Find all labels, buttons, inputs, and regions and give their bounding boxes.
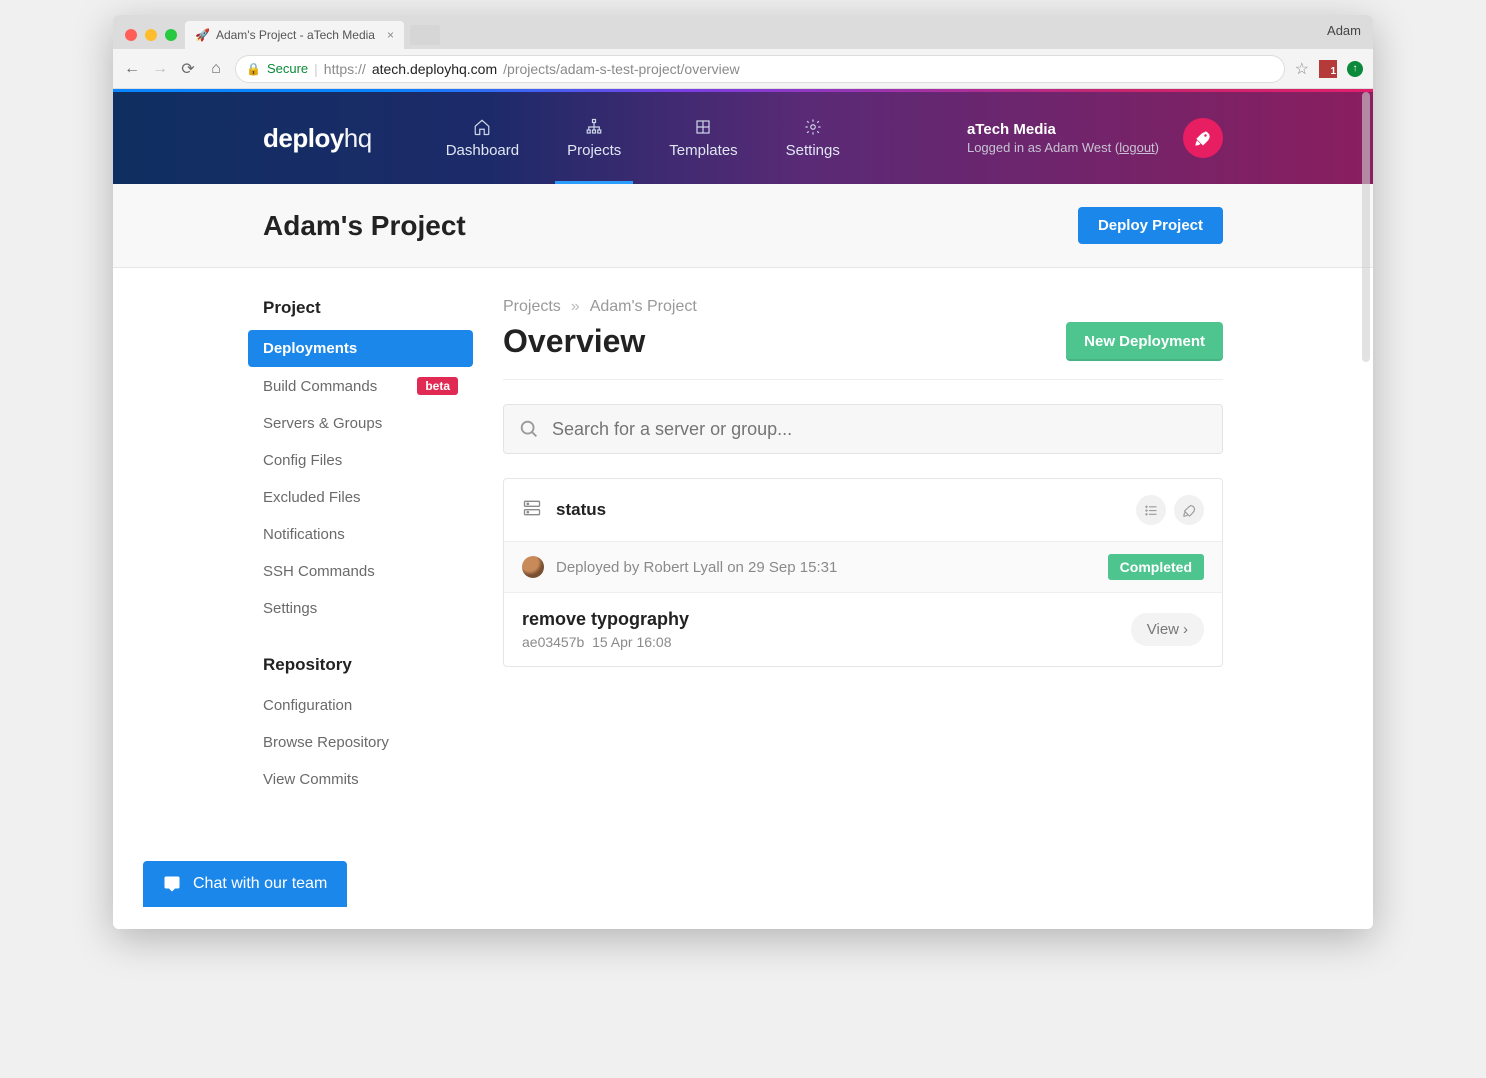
chat-widget[interactable]: Chat with our team	[143, 861, 347, 907]
maximize-window-icon[interactable]	[165, 29, 177, 41]
nav-settings[interactable]: Settings	[762, 92, 864, 184]
sidebar-item-notifications[interactable]: Notifications	[248, 516, 473, 553]
avatar	[522, 556, 544, 578]
browser-tab[interactable]: 🚀 Adam's Project - aTech Media ×	[185, 21, 404, 49]
minimize-window-icon[interactable]	[145, 29, 157, 41]
sidebar-item-view-commits[interactable]: View Commits	[248, 761, 473, 798]
scrollbar[interactable]	[1362, 92, 1370, 362]
chevron-right-icon: »	[571, 298, 580, 316]
reload-icon[interactable]: ⟳	[179, 59, 197, 79]
rocket-icon	[1193, 128, 1213, 148]
home-icon[interactable]: ⌂	[207, 60, 225, 78]
close-window-icon[interactable]	[125, 29, 137, 41]
rocket-icon	[1182, 503, 1197, 518]
sidebar-heading-project: Project	[248, 298, 473, 330]
search-input[interactable]	[552, 419, 1208, 440]
logout-link[interactable]: logout	[1119, 140, 1154, 155]
tab-title: Adam's Project - aTech Media	[216, 28, 375, 42]
window-controls[interactable]	[121, 29, 185, 49]
grid-icon	[694, 118, 712, 136]
address-bar[interactable]: 🔒 Secure | https://atech.deployhq.com/pr…	[235, 55, 1285, 83]
chevron-right-icon: ›	[1183, 621, 1188, 638]
extension-icon-2[interactable]: ↑	[1347, 61, 1363, 77]
sidebar-item-config-files[interactable]: Config Files	[248, 442, 473, 479]
browser-window: 🚀 Adam's Project - aTech Media × Adam ← …	[113, 15, 1373, 929]
page-viewport: deployhq Dashboard Projects Templates S	[113, 89, 1373, 929]
sidebar-item-servers[interactable]: Servers & Groups	[248, 405, 473, 442]
commit-title: remove typography	[522, 609, 689, 630]
list-icon-button[interactable]	[1136, 495, 1166, 525]
org-block: aTech Media Logged in as Adam West (logo…	[967, 121, 1159, 155]
list-icon	[1144, 503, 1159, 518]
sidebar-item-configuration[interactable]: Configuration	[248, 687, 473, 724]
crumb-projects[interactable]: Projects	[503, 298, 561, 316]
crumb-current: Adam's Project	[590, 298, 697, 316]
deploy-line: Deployed by Robert Lyall on 29 Sep 15:31	[556, 559, 837, 576]
chat-icon	[163, 875, 181, 893]
url-scheme: https://	[324, 61, 366, 77]
tab-favicon-icon: 🚀	[195, 28, 210, 42]
sidebar-item-build-commands[interactable]: Build Commands beta	[248, 367, 473, 405]
browser-tab-strip: 🚀 Adam's Project - aTech Media × Adam	[113, 15, 1373, 49]
close-tab-icon[interactable]: ×	[387, 28, 394, 42]
back-icon[interactable]: ←	[123, 60, 141, 78]
deploy-icon-button[interactable]	[1174, 495, 1204, 525]
new-tab-button[interactable]	[410, 25, 440, 45]
sidebar: Project Deployments Build Commands beta …	[248, 298, 473, 798]
sidebar-heading-repository: Repository	[248, 655, 473, 687]
url-host: atech.deployhq.com	[372, 61, 497, 77]
server-card: status Deployed by Robert Lyall o	[503, 478, 1223, 667]
sidebar-item-browse-repo[interactable]: Browse Repository	[248, 724, 473, 761]
new-deployment-button[interactable]: New Deployment	[1066, 322, 1223, 361]
search-icon	[518, 418, 540, 440]
server-name: status	[556, 500, 606, 520]
home-icon	[473, 118, 491, 136]
org-name: aTech Media	[967, 121, 1159, 138]
url-path: /projects/adam-s-test-project/overview	[503, 61, 740, 77]
sidebar-item-ssh-commands[interactable]: SSH Commands	[248, 553, 473, 590]
beta-badge: beta	[417, 377, 458, 395]
deploy-project-button[interactable]: Deploy Project	[1078, 207, 1223, 244]
server-icon	[522, 498, 542, 523]
breadcrumb: Projects » Adam's Project	[503, 298, 1223, 316]
project-title: Adam's Project	[263, 210, 466, 242]
commit-meta: ae03457b 15 Apr 16:08	[522, 634, 689, 650]
sitemap-icon	[585, 118, 603, 136]
page-heading: Overview	[503, 323, 645, 360]
sidebar-item-settings[interactable]: Settings	[248, 590, 473, 627]
extension-icon[interactable]: 1	[1319, 60, 1337, 78]
browser-profile[interactable]: Adam	[1327, 23, 1361, 38]
browser-toolbar: ← → ⟳ ⌂ 🔒 Secure | https://atech.deployh…	[113, 49, 1373, 89]
status-badge: Completed	[1108, 554, 1204, 580]
forward-icon: →	[151, 60, 169, 78]
sidebar-item-excluded-files[interactable]: Excluded Files	[248, 479, 473, 516]
top-nav: Dashboard Projects Templates Settings	[422, 92, 864, 184]
nav-templates[interactable]: Templates	[645, 92, 761, 184]
view-button[interactable]: View ›	[1131, 613, 1204, 646]
main-panel: Projects » Adam's Project Overview New D…	[503, 298, 1223, 798]
lock-icon: 🔒	[246, 62, 261, 76]
rocket-badge[interactable]	[1183, 118, 1223, 158]
nav-projects[interactable]: Projects	[543, 92, 645, 184]
title-bar: Adam's Project Deploy Project	[113, 184, 1373, 268]
gear-icon	[804, 118, 822, 136]
secure-label: Secure	[267, 61, 308, 76]
search-box[interactable]	[503, 404, 1223, 454]
bookmark-star-icon[interactable]: ☆	[1295, 59, 1309, 79]
nav-dashboard[interactable]: Dashboard	[422, 92, 543, 184]
content: Project Deployments Build Commands beta …	[113, 268, 1373, 798]
login-line: Logged in as Adam West (logout)	[967, 140, 1159, 155]
sidebar-item-deployments[interactable]: Deployments	[248, 330, 473, 367]
logo[interactable]: deployhq	[263, 123, 372, 154]
app-header: deployhq Dashboard Projects Templates S	[113, 92, 1373, 184]
